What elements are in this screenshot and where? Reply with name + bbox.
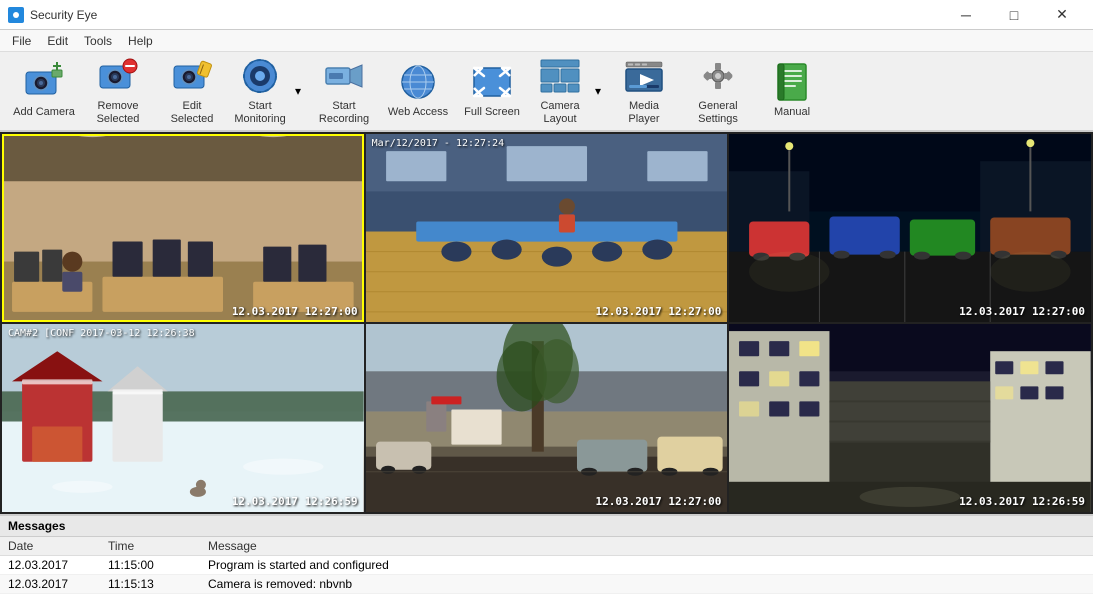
camera-cell-4[interactable]: CAM#2 [CONF 2017-03-12 12:26:38 12.03.20… — [2, 324, 364, 512]
menu-tools[interactable]: Tools — [76, 32, 120, 50]
menu-help[interactable]: Help — [120, 32, 161, 50]
web-access-button[interactable]: Web Access — [382, 55, 454, 127]
remove-selected-label: Remove Selected — [87, 100, 149, 126]
start-monitoring-group: Start Monitoring ▾ — [230, 55, 306, 127]
message-text: Camera is removed: nbvnb — [200, 575, 1093, 594]
layout-dropdown[interactable]: ▾ — [590, 55, 606, 127]
web-access-icon — [398, 62, 438, 102]
camera-feed-3 — [729, 134, 1091, 322]
general-settings-button[interactable]: General Settings — [682, 55, 754, 127]
camera-3-timestamp: 12.03.2017 12:27:00 — [959, 305, 1085, 318]
start-recording-label: Start Recording — [313, 100, 375, 126]
close-button[interactable]: ✕ — [1039, 0, 1085, 30]
monitoring-dropdown[interactable]: ▾ — [290, 55, 306, 127]
camera-grid: 12.03.2017 12:27:00 — [0, 132, 1093, 514]
full-screen-button[interactable]: Full Screen — [456, 55, 528, 127]
remove-camera-icon — [98, 56, 138, 96]
full-screen-label: Full Screen — [464, 106, 520, 119]
recording-icon — [324, 56, 364, 96]
message-time: 11:15:13 — [100, 575, 200, 594]
add-camera-icon — [24, 62, 64, 102]
message-date: 12.03.2017 — [0, 575, 100, 594]
start-recording-button[interactable]: Start Recording — [308, 55, 380, 127]
messages-panel: Messages Date Time Message 12.03.201711:… — [0, 514, 1093, 614]
camera-4-timestamp: 12.03.2017 12:26:59 — [232, 495, 358, 508]
menu-bar: File Edit Tools Help — [0, 30, 1093, 52]
camera-feed-6 — [729, 324, 1091, 512]
app-icon — [8, 7, 24, 23]
window-controls: ─ □ ✕ — [943, 0, 1085, 30]
media-player-label: Media Player — [613, 100, 675, 126]
camera-feed-4 — [2, 324, 364, 512]
col-time: Time — [100, 537, 200, 556]
manual-icon — [772, 62, 812, 102]
camera-feed-1 — [2, 134, 364, 322]
title-bar: Security Eye ─ □ ✕ — [0, 0, 1093, 30]
minimize-button[interactable]: ─ — [943, 0, 989, 30]
add-camera-button[interactable]: Add Camera — [8, 55, 80, 127]
maximize-button[interactable]: □ — [991, 0, 1037, 30]
media-player-button[interactable]: Media Player — [608, 55, 680, 127]
toolbar: Add Camera Remove Selected — [0, 52, 1093, 132]
media-player-icon — [624, 56, 664, 96]
edit-selected-button[interactable]: Edit Selected — [156, 55, 228, 127]
message-date: 12.03.2017 — [0, 556, 100, 575]
menu-file[interactable]: File — [4, 32, 39, 50]
edit-selected-label: Edit Selected — [161, 100, 223, 126]
messages-header: Messages — [0, 516, 1093, 537]
camera-5-timestamp: 12.03.2017 12:27:00 — [595, 495, 721, 508]
camera-feed-5 — [366, 324, 728, 512]
settings-icon — [698, 56, 738, 96]
menu-edit[interactable]: Edit — [39, 32, 76, 50]
camera-1-timestamp: 12.03.2017 12:27:00 — [232, 305, 358, 318]
manual-label: Manual — [774, 106, 810, 119]
camera-layout-group: Camera Layout ▾ — [530, 55, 606, 127]
messages-column-row: Date Time Message — [0, 537, 1093, 556]
start-monitoring-button[interactable]: Start Monitoring — [230, 55, 290, 127]
camera-cell-5[interactable]: 12.03.2017 12:27:00 — [366, 324, 728, 512]
messages-table: Date Time Message 12.03.201711:15:00Prog… — [0, 537, 1093, 614]
col-message: Message — [200, 537, 1093, 556]
monitoring-icon — [240, 56, 280, 96]
camera-layout-label: Camera Layout — [535, 100, 585, 126]
message-text: Program is started and configured — [200, 556, 1093, 575]
remove-selected-button[interactable]: Remove Selected — [82, 55, 154, 127]
start-monitoring-label: Start Monitoring — [234, 100, 285, 126]
camera-layout-button[interactable]: Camera Layout — [530, 55, 590, 127]
camera-cell-1[interactable]: 12.03.2017 12:27:00 — [2, 134, 364, 322]
camera-2-timestamp: 12.03.2017 12:27:00 — [595, 305, 721, 318]
web-access-label: Web Access — [388, 106, 448, 119]
app-title: Security Eye — [30, 8, 943, 22]
camera-4-label: CAM#2 [CONF 2017-03-12 12:26:38 — [8, 328, 195, 339]
camera-cell-3[interactable]: 12.03.2017 12:27:00 — [729, 134, 1091, 322]
add-camera-label: Add Camera — [13, 106, 75, 119]
edit-camera-icon — [172, 56, 212, 96]
camera-feed-2 — [366, 134, 728, 322]
layout-icon — [540, 56, 580, 96]
manual-button[interactable]: Manual — [756, 55, 828, 127]
message-row: 12.03.201711:15:13Camera is removed: nbv… — [0, 575, 1093, 594]
camera-cell-2[interactable]: Mar/12/2017 - 12:27:24 12.03.2017 12:27:… — [366, 134, 728, 322]
general-settings-label: General Settings — [687, 100, 749, 126]
camera-cell-6[interactable]: 12.03.2017 12:26:59 — [729, 324, 1091, 512]
camera-2-label: Mar/12/2017 - 12:27:24 — [372, 138, 504, 149]
message-row: 12.03.201711:15:00Program is started and… — [0, 556, 1093, 575]
full-screen-icon — [472, 62, 512, 102]
col-date: Date — [0, 537, 100, 556]
camera-6-timestamp: 12.03.2017 12:26:59 — [959, 495, 1085, 508]
message-time: 11:15:00 — [100, 556, 200, 575]
